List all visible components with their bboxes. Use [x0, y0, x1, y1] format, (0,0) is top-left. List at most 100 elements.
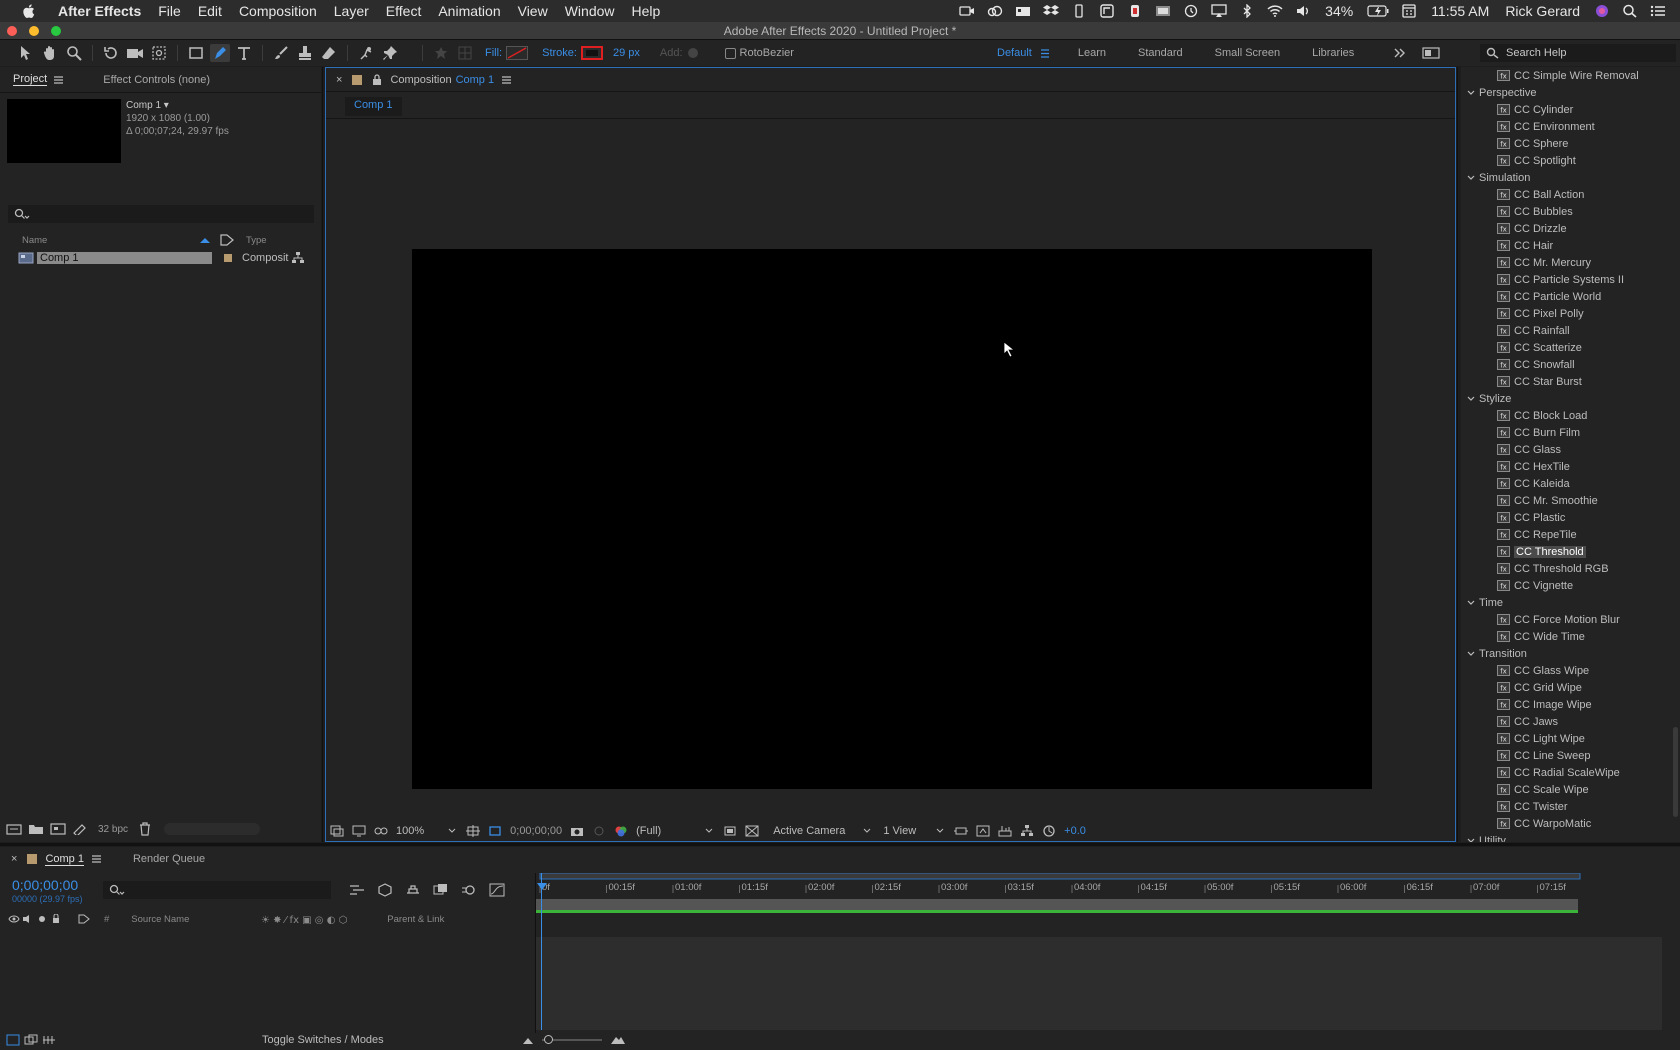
- composition-navigator-tab[interactable]: Comp 1: [345, 97, 402, 116]
- monitor-icon[interactable]: [352, 825, 366, 837]
- workspace-layout-icon[interactable]: [1422, 47, 1440, 59]
- rotation-tool[interactable]: [101, 44, 121, 62]
- trash-icon[interactable]: [138, 822, 152, 836]
- rectangle-tool[interactable]: [186, 44, 206, 62]
- effects-category[interactable]: Utility: [1461, 832, 1680, 842]
- effect-item[interactable]: fx CC Wide Time: [1461, 628, 1680, 645]
- navigator-bar[interactable]: [536, 899, 1578, 911]
- effect-item[interactable]: fx CC Burn Film: [1461, 424, 1680, 441]
- effect-item[interactable]: fx CC Bubbles: [1461, 203, 1680, 220]
- phone-icon[interactable]: [1071, 4, 1087, 18]
- effects-scrollbar[interactable]: [1673, 727, 1678, 817]
- composition-canvas[interactable]: [412, 249, 1372, 789]
- dropbox-icon[interactable]: [1043, 4, 1060, 18]
- menu-file[interactable]: File: [158, 3, 181, 19]
- timeline-link-icon[interactable]: [998, 825, 1012, 837]
- effect-item[interactable]: fx CC Image Wipe: [1461, 696, 1680, 713]
- menu-animation[interactable]: Animation: [438, 3, 500, 19]
- selection-tool[interactable]: [16, 44, 36, 62]
- effect-item[interactable]: fx CC Drizzle: [1461, 220, 1680, 237]
- toggle-pixel-aspect-icon[interactable]: [954, 825, 969, 837]
- tab-comp-1[interactable]: Comp 1: [45, 853, 84, 866]
- eraser-tool[interactable]: [319, 44, 339, 62]
- effect-item[interactable]: fx CC Plastic: [1461, 509, 1680, 526]
- effects-category[interactable]: Transition: [1461, 645, 1680, 662]
- motion-blur-icon[interactable]: [461, 883, 477, 897]
- item-name[interactable]: Comp 1 ▾: [126, 99, 229, 112]
- tab-project[interactable]: Project: [13, 73, 64, 86]
- fit-frame-icon[interactable]: [466, 825, 481, 837]
- effect-item[interactable]: fx CC Sphere: [1461, 135, 1680, 152]
- 3d-glasses-icon[interactable]: [374, 825, 388, 837]
- chevron-down-icon[interactable]: [1467, 599, 1475, 607]
- panel-menu-icon[interactable]: [502, 75, 512, 84]
- camera-tool[interactable]: [125, 44, 145, 62]
- project-settings-icon[interactable]: [72, 823, 88, 835]
- effects-category[interactable]: Stylize: [1461, 390, 1680, 407]
- apple-icon[interactable]: [20, 2, 38, 20]
- shy-layers-icon[interactable]: [405, 883, 421, 897]
- zoom-slider-handle[interactable]: [543, 1035, 553, 1044]
- type-tool[interactable]: [234, 44, 254, 62]
- effect-item[interactable]: fx CC Mr. Smoothie: [1461, 492, 1680, 509]
- timeline-search-input[interactable]: [103, 881, 331, 899]
- effect-item[interactable]: fx CC Line Sweep: [1461, 747, 1680, 764]
- workspace-menu-icon[interactable]: [1040, 48, 1050, 58]
- effect-item[interactable]: fx CC Radial ScaleWipe: [1461, 764, 1680, 781]
- eye-icon[interactable]: [8, 914, 20, 924]
- battery-icon[interactable]: [1367, 4, 1389, 18]
- chevron-down-icon[interactable]: [1467, 174, 1475, 182]
- workspace-default[interactable]: Default: [997, 47, 1032, 59]
- calendar-icon[interactable]: [1401, 4, 1417, 18]
- menu-composition[interactable]: Composition: [239, 3, 317, 19]
- view-layout-select[interactable]: 1 View: [883, 825, 916, 837]
- display-icon[interactable]: [1155, 4, 1171, 18]
- lock-icon[interactable]: [50, 914, 62, 924]
- thumbnail-scrollbar[interactable]: [164, 823, 261, 835]
- clone-stamp-tool[interactable]: [295, 44, 315, 62]
- tab-render-queue[interactable]: Render Queue: [133, 853, 205, 865]
- timeline-layers-area[interactable]: [0, 928, 535, 1028]
- pan-behind-tool[interactable]: [149, 44, 169, 62]
- menu-edit[interactable]: Edit: [198, 3, 222, 19]
- lock-icon[interactable]: [372, 73, 382, 86]
- new-composition-icon[interactable]: [50, 823, 66, 835]
- bit-depth[interactable]: 32 bpc: [98, 824, 128, 835]
- workspace-small-screen[interactable]: Small Screen: [1215, 47, 1280, 59]
- tab-effect-controls[interactable]: Effect Controls (none): [103, 74, 210, 86]
- exposure-value[interactable]: +0.0: [1064, 825, 1086, 837]
- effect-item[interactable]: fx CC Rainfall: [1461, 322, 1680, 339]
- work-area-bar[interactable]: [540, 873, 1580, 879]
- composition-header-name[interactable]: Comp 1: [456, 74, 495, 86]
- in-out-pane-icon[interactable]: [42, 1034, 56, 1046]
- menu-view[interactable]: View: [518, 3, 548, 19]
- color-channels-icon[interactable]: [614, 825, 628, 837]
- zoom-level-select[interactable]: 100%: [396, 825, 424, 837]
- effect-item[interactable]: fx CC Twister: [1461, 798, 1680, 815]
- volume-icon[interactable]: [1295, 4, 1311, 18]
- menu-effect[interactable]: Effect: [386, 3, 422, 19]
- composition-mini-flowchart-icon[interactable]: [349, 883, 365, 897]
- effect-item[interactable]: fx CC Jaws: [1461, 713, 1680, 730]
- effect-item[interactable]: fx CC Grid Wipe: [1461, 679, 1680, 696]
- video-camera-icon[interactable]: [1015, 4, 1031, 18]
- effects-category[interactable]: Time: [1461, 594, 1680, 611]
- project-search-input[interactable]: [8, 205, 314, 223]
- effect-item[interactable]: fx CC Hair: [1461, 237, 1680, 254]
- snapping-toggle[interactable]: [431, 44, 451, 62]
- resolution-select[interactable]: (Full): [636, 825, 661, 837]
- effect-item[interactable]: fx CC Mr. Mercury: [1461, 254, 1680, 271]
- airplay-icon[interactable]: [1211, 4, 1227, 18]
- effect-item[interactable]: fx CC Simple Wire Removal: [1461, 67, 1680, 84]
- new-folder-icon[interactable]: [28, 823, 44, 835]
- chevron-down-icon[interactable]: [1467, 89, 1475, 97]
- composition-viewer[interactable]: [326, 119, 1455, 822]
- effect-item[interactable]: fx CC Threshold RGB: [1461, 560, 1680, 577]
- effect-item[interactable]: fx CC Force Motion Blur: [1461, 611, 1680, 628]
- timeline-zoom-slider[interactable]: [541, 1035, 602, 1044]
- column-parent-link[interactable]: Parent & Link: [387, 914, 444, 925]
- user-name[interactable]: Rick Gerard: [1505, 3, 1580, 19]
- screen-recorder-icon[interactable]: [959, 4, 975, 18]
- menu-window[interactable]: Window: [565, 3, 615, 19]
- fill-label[interactable]: Fill:: [485, 47, 502, 59]
